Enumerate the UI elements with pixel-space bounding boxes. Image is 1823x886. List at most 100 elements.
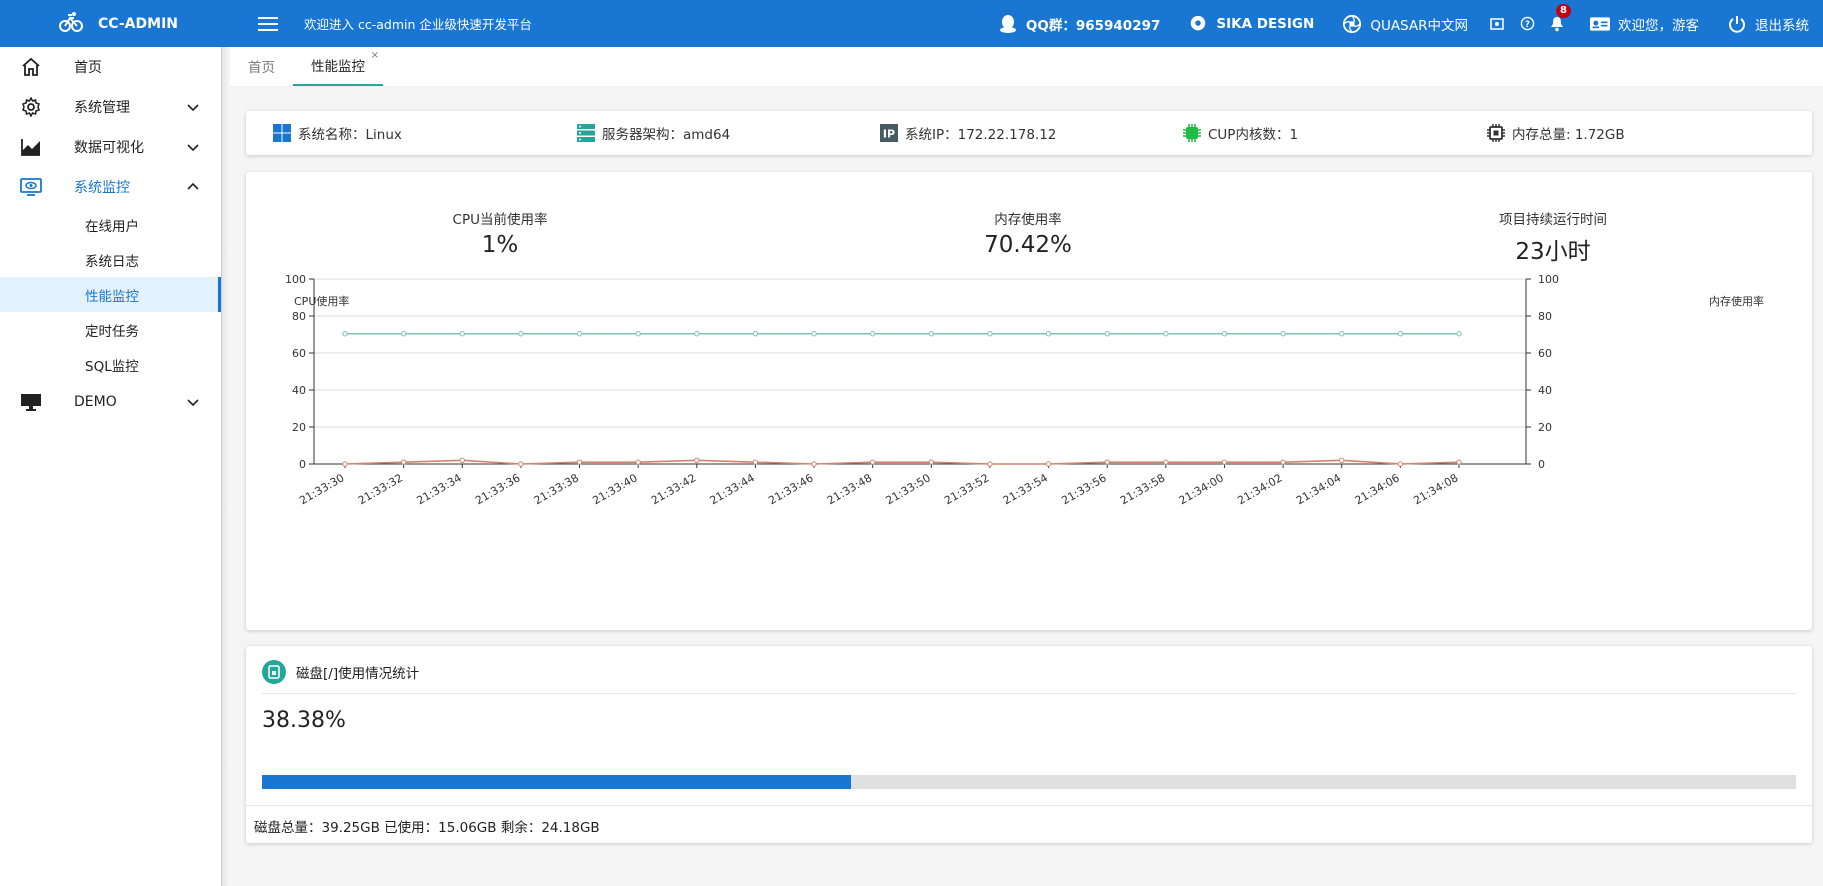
svg-text:?: ?	[1525, 19, 1530, 29]
x-tick-label: 21:33:32	[356, 471, 405, 507]
data-point[interactable]	[459, 331, 465, 337]
hamburger-icon	[258, 16, 278, 31]
qq-group-link[interactable]: QQ群：965940297	[984, 0, 1175, 47]
sidebar-item-label: 首页	[74, 60, 102, 76]
data-point[interactable]	[1397, 461, 1404, 467]
data-point[interactable]	[1104, 331, 1110, 337]
y-tick-label-right: 0	[1538, 458, 1545, 471]
data-point[interactable]	[1456, 331, 1462, 337]
data-point[interactable]	[752, 459, 759, 465]
info-arch: 服务器架构：amd64	[576, 111, 730, 155]
logout-text: 退出系统	[1755, 17, 1809, 34]
x-tick-label: 21:33:58	[1118, 471, 1167, 507]
data-point[interactable]	[635, 459, 641, 465]
y-tick-label-left: 20	[292, 421, 306, 434]
performance-chart-card: CPU当前使用率 1% 内存使用率 70.42% 项目持续运行时间 23小时 C…	[246, 172, 1812, 630]
user-menu[interactable]: 欢迎您，游客	[1572, 0, 1713, 47]
data-point[interactable]	[1339, 331, 1345, 337]
brand-name: CC-ADMIN	[98, 15, 178, 32]
data-point[interactable]	[1045, 331, 1052, 337]
data-point[interactable]	[1456, 459, 1462, 465]
sidebar-item-label: 数据可视化	[74, 140, 144, 156]
screenshot-button[interactable]	[1482, 0, 1512, 47]
data-point[interactable]	[869, 331, 876, 337]
data-point[interactable]	[811, 331, 817, 337]
disk-usage-percent: 38.38%	[262, 708, 346, 733]
y-tick-label-left: 40	[292, 384, 306, 397]
qq-icon	[998, 14, 1018, 34]
menu-toggle-button[interactable]	[248, 0, 288, 47]
x-tick-label: 21:33:56	[1059, 471, 1108, 507]
data-point[interactable]	[928, 331, 935, 337]
data-point[interactable]	[869, 459, 876, 465]
data-point[interactable]	[694, 331, 700, 337]
tab-home[interactable]: 首页	[230, 46, 293, 86]
power-icon	[1727, 14, 1747, 34]
tab-close-icon[interactable]: ×	[371, 50, 379, 61]
data-point[interactable]	[1221, 459, 1228, 465]
info-memory-text: 内存总量: 1.72GB	[1512, 127, 1625, 143]
sidebar-subitem-system-log[interactable]: 系统日志	[0, 242, 221, 277]
data-point[interactable]	[1045, 461, 1052, 467]
data-point[interactable]	[518, 331, 524, 337]
welcome-text: 欢迎进入 cc-admin 企业级快速开发平台	[304, 17, 532, 32]
x-tick-label: 21:33:54	[1001, 471, 1050, 507]
notifications-button[interactable]: 8	[1542, 0, 1572, 47]
disk-progress-bar	[262, 775, 1796, 789]
sidebar-subitem-sql-monitor[interactable]: SQL监控	[0, 347, 221, 382]
data-point[interactable]	[1339, 457, 1345, 463]
x-tick-label: 21:34:00	[1177, 471, 1226, 507]
data-point[interactable]	[1280, 459, 1286, 465]
sidebar-item-label: 系统管理	[74, 100, 130, 116]
y-tick-label-right: 40	[1538, 384, 1552, 397]
data-point[interactable]	[576, 331, 583, 337]
disk-header: 磁盘[/]使用情况统计	[262, 660, 419, 684]
sidebar-subitem-performance-monitor[interactable]: 性能监控	[0, 277, 221, 312]
sidebar-subitem-scheduled-tasks[interactable]: 定时任务	[0, 312, 221, 347]
data-point[interactable]	[342, 461, 348, 467]
bicycle-logo-icon	[58, 9, 84, 39]
sika-design-link[interactable]: SIKA DESIGN	[1174, 0, 1328, 47]
data-point[interactable]	[342, 331, 348, 337]
data-point[interactable]	[752, 331, 759, 337]
brand[interactable]: CC-ADMIN	[0, 0, 222, 47]
data-point[interactable]	[1163, 331, 1169, 337]
quasar-text: QUASAR中文网	[1370, 17, 1468, 34]
quasar-logo-icon	[1342, 14, 1362, 34]
data-point[interactable]	[1397, 331, 1404, 337]
help-button[interactable]: ?	[1512, 0, 1542, 47]
sidebar-item-data-visualization[interactable]: 数据可视化	[0, 127, 221, 167]
data-point[interactable]	[635, 331, 641, 337]
data-point[interactable]	[987, 461, 993, 467]
sidebar-item-home[interactable]: 首页	[0, 47, 221, 87]
disk-progress-fill	[262, 775, 851, 789]
quasar-link[interactable]: QUASAR中文网	[1328, 0, 1482, 47]
data-point[interactable]	[1104, 459, 1110, 465]
data-point[interactable]	[1163, 459, 1169, 465]
x-tick-label: 21:33:46	[766, 471, 815, 507]
data-point[interactable]	[518, 461, 524, 467]
data-point[interactable]	[400, 459, 407, 465]
data-point[interactable]	[1280, 331, 1286, 337]
data-point[interactable]	[694, 457, 700, 463]
sidebar-item-system-management[interactable]: 系统管理	[0, 87, 221, 127]
sidebar-item-demo[interactable]: DEMO	[0, 382, 221, 422]
tab-performance-monitor[interactable]: 性能监控 ×	[293, 46, 383, 86]
logout-button[interactable]: 退出系统	[1713, 0, 1823, 47]
tab-label: 首页	[248, 60, 275, 76]
home-icon	[20, 56, 42, 78]
data-point[interactable]	[459, 457, 465, 463]
disk-icon	[262, 660, 286, 684]
data-point[interactable]	[811, 461, 817, 467]
sidebar-item-system-monitor[interactable]: 系统监控	[0, 167, 221, 207]
y-tick-label-right: 60	[1538, 347, 1552, 360]
chevron-up-icon	[187, 182, 199, 190]
data-point[interactable]	[928, 459, 935, 465]
x-tick-label: 21:33:42	[649, 471, 698, 507]
data-point[interactable]	[1221, 331, 1228, 337]
data-point[interactable]	[400, 331, 407, 337]
data-point[interactable]	[987, 331, 993, 337]
data-point[interactable]	[576, 459, 583, 465]
sidebar-subitem-online-users[interactable]: 在线用户	[0, 207, 221, 242]
chevron-down-icon	[187, 144, 199, 152]
